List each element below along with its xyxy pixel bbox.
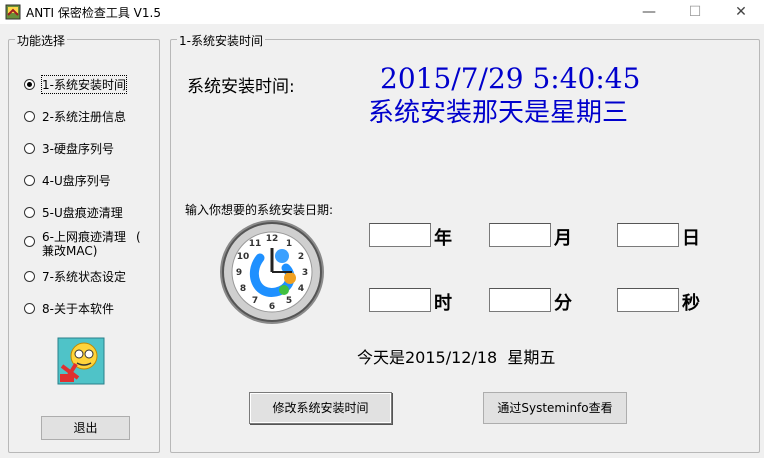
radio-label: 2-系统注册信息: [42, 109, 126, 124]
day-input[interactable]: [617, 223, 679, 247]
radio-button[interactable]: [24, 142, 35, 154]
maximize-button[interactable]: ☐: [672, 0, 718, 24]
svg-text:12: 12: [266, 234, 279, 244]
svg-text:9: 9: [236, 268, 242, 278]
radio-registration-info[interactable]: 2-系统注册信息: [24, 108, 126, 124]
svg-text:5: 5: [286, 296, 292, 306]
radio-label-line2: 兼改MAC): [42, 244, 98, 258]
window-title: ANTI 保密检查工具 V1.5: [26, 6, 161, 20]
radio-usb-serial[interactable]: 4-U盘序列号: [24, 172, 111, 188]
radio-system-state[interactable]: 7-系统状态设定: [24, 268, 126, 284]
svg-text:1: 1: [286, 239, 292, 249]
modify-install-time-button[interactable]: 修改系统安装时间: [249, 392, 392, 424]
radio-label-group: 6-上网痕迹清理 ( 兼改MAC): [42, 230, 141, 258]
minute-unit-label: 分: [554, 293, 572, 314]
title-bar: ANTI 保密检查工具 V1.5 — ☐ ✕: [0, 0, 764, 24]
radio-label: 1-系统安装时间: [41, 74, 127, 94]
radio-label: 7-系统状态设定: [42, 269, 126, 284]
app-icon: [5, 4, 21, 20]
radio-label: 4-U盘序列号: [42, 173, 111, 188]
radio-label: 3-硬盘序列号: [42, 141, 114, 156]
svg-text:2: 2: [298, 252, 304, 262]
minute-input[interactable]: [489, 288, 551, 312]
face-logo-icon: [57, 337, 105, 385]
svg-text:6: 6: [269, 302, 275, 312]
exit-button[interactable]: 退出: [41, 416, 130, 440]
year-input[interactable]: [369, 223, 431, 247]
svg-text:11: 11: [249, 239, 262, 249]
radio-button[interactable]: [24, 174, 35, 186]
install-time-label: 系统安装时间:: [187, 77, 295, 97]
second-unit-label: 秒: [682, 293, 700, 314]
second-input[interactable]: [617, 288, 679, 312]
radio-button[interactable]: [24, 206, 35, 218]
svg-text:7: 7: [252, 296, 258, 306]
hour-input[interactable]: [369, 288, 431, 312]
month-unit-label: 月: [554, 228, 572, 249]
svg-text:4: 4: [298, 284, 304, 294]
day-unit-label: 日: [682, 228, 700, 249]
close-button[interactable]: ✕: [718, 0, 764, 24]
install-datetime: 2015/7/29 5:40:45: [380, 62, 641, 95]
radio-install-time[interactable]: 1-系统安装时间: [24, 74, 127, 94]
radio-button[interactable]: [24, 78, 35, 90]
svg-text:10: 10: [237, 252, 250, 262]
radio-button[interactable]: [24, 110, 35, 122]
year-unit-label: 年: [434, 228, 452, 249]
install-time-legend: 1-系统安装时间: [177, 32, 265, 49]
input-prompt: 输入你想要的系统安装日期:: [185, 203, 334, 217]
radio-button[interactable]: [24, 236, 35, 247]
svg-text:3: 3: [302, 268, 308, 278]
radio-label: 5-U盘痕迹清理: [42, 205, 123, 220]
month-input[interactable]: [489, 223, 551, 247]
svg-text:8: 8: [240, 284, 246, 294]
radio-usb-trace-clean[interactable]: 5-U盘痕迹清理: [24, 204, 123, 220]
radio-button[interactable]: [24, 270, 35, 282]
radio-web-trace-clean[interactable]: 6-上网痕迹清理 ( 兼改MAC): [24, 230, 141, 260]
minimize-button[interactable]: —: [626, 0, 672, 24]
hour-unit-label: 时: [434, 293, 452, 314]
install-weekday: 系统安装那天是星期三: [368, 98, 629, 128]
radio-label: 6-上网痕迹清理: [42, 230, 126, 244]
today-text: 今天是2015/12/18 星期五: [357, 348, 556, 367]
clock-icon: 12 12 3 45 6 78 9 10 11: [220, 220, 324, 324]
radio-label-extra: (: [135, 230, 141, 244]
radio-disk-serial[interactable]: 3-硬盘序列号: [24, 140, 114, 156]
radio-label: 8-关于本软件: [42, 301, 114, 316]
radio-about[interactable]: 8-关于本软件: [24, 300, 114, 316]
radio-button[interactable]: [24, 302, 35, 314]
systeminfo-button[interactable]: 通过Systeminfo查看: [483, 392, 627, 424]
function-select-legend: 功能选择: [15, 32, 68, 49]
